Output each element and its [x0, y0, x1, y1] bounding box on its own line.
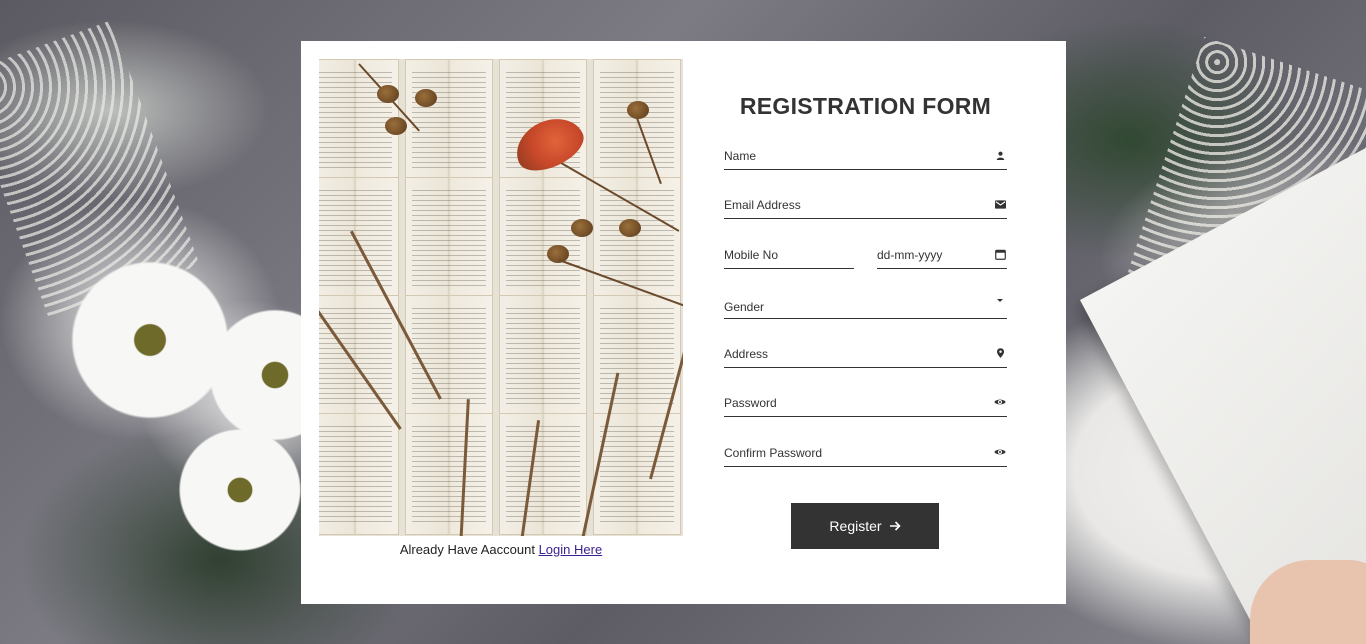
books-flowers-image — [319, 59, 683, 536]
book — [319, 413, 399, 535]
password-input[interactable] — [724, 391, 1007, 415]
book — [405, 59, 493, 181]
calendar-icon[interactable] — [993, 247, 1007, 261]
name-field — [724, 144, 1007, 170]
book — [499, 295, 587, 417]
book — [499, 413, 587, 535]
mobile-input[interactable] — [724, 243, 854, 267]
seed-pod — [377, 85, 399, 103]
seed-pod — [385, 117, 407, 135]
gender-select[interactable]: Gender — [724, 293, 1007, 319]
arrow-right-icon — [889, 518, 901, 534]
email-field — [724, 193, 1007, 219]
book — [319, 177, 399, 299]
book — [319, 295, 399, 417]
map-pin-icon — [993, 346, 1007, 360]
register-button[interactable]: Register — [791, 503, 939, 549]
email-input[interactable] — [724, 193, 1007, 217]
date-field — [877, 243, 1007, 269]
gender-selected-value: Gender — [724, 300, 765, 314]
seed-pod — [571, 219, 593, 237]
name-input[interactable] — [724, 144, 1007, 168]
login-link[interactable]: Login Here — [539, 542, 603, 557]
seed-pod — [619, 219, 641, 237]
seed-pod — [415, 89, 437, 107]
mobile-field — [724, 243, 854, 269]
confirm-password-field — [724, 441, 1007, 467]
daisy-flower — [170, 420, 310, 560]
address-input[interactable] — [724, 342, 1007, 366]
eye-icon[interactable] — [993, 395, 1007, 409]
confirm-password-input[interactable] — [724, 441, 1007, 465]
form-title: REGISTRATION FORM — [739, 93, 992, 119]
caret-down-icon — [993, 293, 1007, 307]
register-label: Register — [829, 518, 882, 534]
password-field — [724, 391, 1007, 417]
registration-card: Already Have Aaccount Login Here REGISTR… — [301, 41, 1066, 604]
already-account-text: Already Have Aaccount — [399, 542, 535, 557]
eye-icon[interactable] — [993, 445, 1007, 459]
envelope-icon — [993, 197, 1007, 211]
user-icon — [993, 148, 1007, 162]
book — [593, 177, 681, 299]
address-field — [724, 342, 1007, 368]
book — [499, 177, 587, 299]
book — [405, 177, 493, 299]
book — [405, 413, 493, 535]
book — [593, 295, 681, 417]
login-prompt: Already Have Aaccount Login Here — [319, 542, 683, 557]
seed-pod — [627, 101, 649, 119]
date-input[interactable] — [877, 243, 1007, 267]
